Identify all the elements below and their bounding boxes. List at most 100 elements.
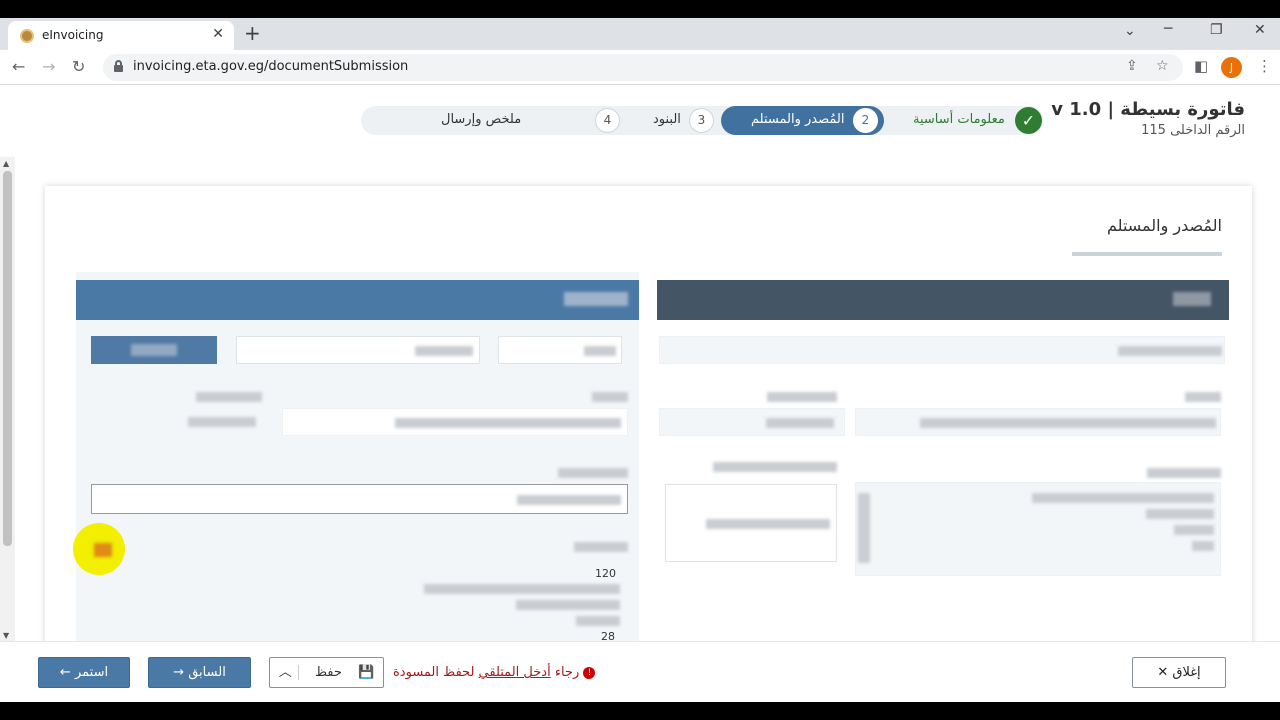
browser-tab[interactable]: eInvoicing ✕ <box>8 21 234 50</box>
warning-message: ! رجاء أدخل المتلقي لحفظ المسودة <box>393 665 596 680</box>
browser-tabstrip: eInvoicing ✕ + ⌄ ─ ❐ ✕ <box>0 18 1280 50</box>
scrollbar-thumb[interactable] <box>3 171 12 546</box>
arrow-left-icon: ← <box>59 665 71 680</box>
tab-search-icon[interactable]: ⌄ <box>1124 23 1136 39</box>
redacted-text <box>1192 541 1214 551</box>
lock-icon <box>114 60 123 72</box>
continue-button[interactable]: استمر ← <box>38 657 130 688</box>
step-label: المُصدر والمستلم <box>751 112 845 127</box>
issuer-id-field[interactable] <box>659 408 845 436</box>
error-icon: ! <box>583 666 596 679</box>
check-icon: ✓ <box>1015 107 1042 134</box>
chevron-up-icon[interactable]: ︿ <box>278 665 299 680</box>
save-button[interactable]: 💾 حفظ ︿ <box>269 657 384 688</box>
close-x-icon: ✕ <box>1157 665 1169 680</box>
side-panel-icon[interactable]: ◧ <box>1194 57 1208 75</box>
redacted-text <box>576 616 620 626</box>
redacted-text <box>517 495 621 505</box>
redacted-text <box>1118 346 1222 356</box>
save-label: حفظ <box>314 665 342 680</box>
arrow-right-icon: → <box>173 665 185 680</box>
page-content: ▲ ▼ فاتورة بسيطة | v 1.0 الرقم الداخلى 1… <box>0 85 1280 702</box>
redacted-text <box>766 418 834 428</box>
scroll-down-icon[interactable]: ▼ <box>3 631 9 640</box>
step-label: ملخص وإرسال <box>441 112 522 127</box>
redacted-text <box>424 584 620 594</box>
internal-ref: الرقم الداخلى 115 <box>1141 123 1245 138</box>
page-title: فاتورة بسيطة | v 1.0 <box>1051 99 1245 120</box>
continue-label: استمر <box>74 665 109 680</box>
previous-button[interactable]: السابق → <box>148 657 251 688</box>
redacted-label <box>767 392 837 402</box>
close-tab-icon[interactable]: ✕ <box>212 26 224 42</box>
menu-kebab-icon[interactable]: ⋮ <box>1257 57 1272 75</box>
step-number: 4 <box>595 108 620 133</box>
step-number: 2 <box>853 108 878 133</box>
screen-top-border <box>0 0 1280 18</box>
issuer-info-field[interactable] <box>659 336 1225 364</box>
enter-receiver-link[interactable]: أدخل المتلقي <box>479 665 551 680</box>
forward-icon[interactable]: → <box>42 57 55 76</box>
profile-avatar[interactable]: J <box>1221 57 1242 78</box>
redacted-text <box>188 417 256 427</box>
redacted-label <box>574 542 628 552</box>
redacted-text <box>1173 292 1211 306</box>
receiver-address-input[interactable] <box>91 484 628 514</box>
step-summary[interactable]: 4 ملخص وإرسال <box>431 106 631 135</box>
site-favicon-icon <box>20 29 34 43</box>
receiver-type-select[interactable] <box>498 336 622 364</box>
redacted-text <box>395 418 621 428</box>
redacted-text <box>415 346 473 356</box>
cursor-highlight <box>73 523 125 575</box>
redacted-text <box>706 519 830 529</box>
address-bar[interactable]: invoicing.eta.gov.eg/documentSubmission … <box>103 54 1183 81</box>
redacted-text <box>131 344 177 356</box>
share-icon[interactable]: ⇪ <box>1126 58 1138 74</box>
receiver-name-field[interactable] <box>282 408 628 436</box>
wizard-stepper: 4 ملخص وإرسال 3 البنود 2 المُصدر والمستل… <box>361 106 1043 135</box>
previous-label: السابق <box>188 665 226 680</box>
issuer-branch-box <box>665 484 837 562</box>
action-footer: استمر ← السابق → 💾 حفظ ︿ ! رجاء أدخل الم… <box>0 641 1280 702</box>
redacted-label <box>713 462 837 472</box>
step-issuer-receiver[interactable]: 2 المُصدر والمستلم <box>741 106 881 135</box>
redacted-label <box>592 392 628 402</box>
close-label: إغلاق <box>1172 665 1201 680</box>
url-text: invoicing.eta.gov.eg/documentSubmission <box>133 59 409 74</box>
browser-toolbar: ← → ↻ invoicing.eta.gov.eg/documentSubmi… <box>0 50 1280 85</box>
step-label: البنود <box>653 112 681 127</box>
cursor-dot <box>94 543 112 557</box>
new-tab-icon[interactable]: + <box>244 21 261 45</box>
redacted-label <box>1185 392 1221 402</box>
tab-title: eInvoicing <box>42 28 104 42</box>
redacted-label <box>558 468 628 478</box>
redacted-text <box>584 346 616 356</box>
redacted-text <box>516 600 620 610</box>
save-disk-icon: 💾 <box>358 665 375 680</box>
redacted-text <box>920 418 1216 428</box>
issuer-receiver-card: المُصدر والمستلم 120 28 <box>45 186 1252 666</box>
issuer-name-field[interactable] <box>855 408 1221 436</box>
reload-icon[interactable]: ↻ <box>72 57 85 76</box>
step-basic-info[interactable]: معلومات أساسية <box>901 106 1031 135</box>
minimize-icon[interactable]: ─ <box>1164 21 1172 37</box>
restore-icon[interactable]: ❐ <box>1210 22 1223 38</box>
warning-suffix: لحفظ المسودة <box>393 665 475 680</box>
issuer-panel <box>657 272 1229 652</box>
receiver-search-button[interactable] <box>91 336 217 364</box>
redacted-text <box>858 493 870 563</box>
bookmark-star-icon[interactable]: ☆ <box>1156 58 1169 74</box>
scroll-up-icon[interactable]: ▲ <box>3 159 9 168</box>
close-button[interactable]: إغلاق ✕ <box>1132 657 1226 688</box>
back-icon[interactable]: ← <box>12 57 25 76</box>
receiver-id-input[interactable] <box>236 336 480 364</box>
screen-bottom-border <box>0 702 1280 720</box>
redacted-label <box>1147 468 1221 478</box>
receiver-panel-header <box>76 280 639 320</box>
step-items[interactable]: 3 البنود <box>641 106 721 135</box>
page-scrollbar[interactable]: ▲ ▼ <box>0 157 15 642</box>
step-number: 3 <box>689 108 714 133</box>
field-value: 120 <box>595 567 616 580</box>
window-close-icon[interactable]: ✕ <box>1254 22 1266 38</box>
section-title-underline <box>1072 252 1222 256</box>
